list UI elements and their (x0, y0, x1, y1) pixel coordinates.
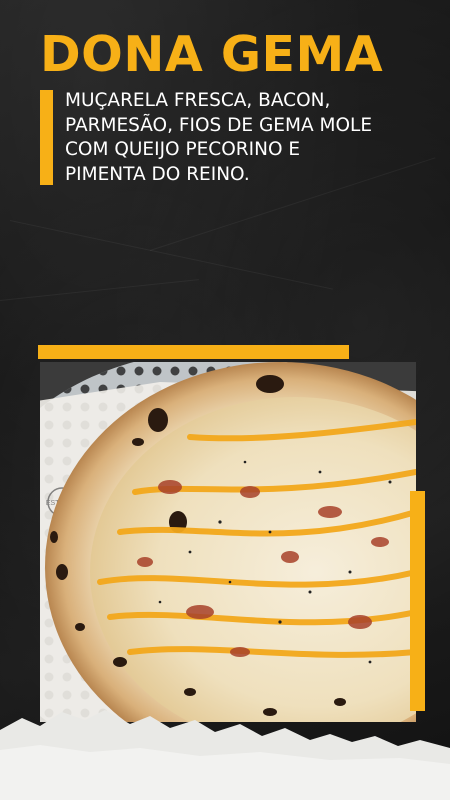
pizza-name-title: DONA GEMA (40, 26, 384, 83)
photo-side-accent-bar (410, 491, 425, 711)
description-accent-bar (40, 90, 53, 185)
pizza-illustration: EST. 1930 (40, 362, 416, 722)
pizza-photo: EST. 1930 (40, 362, 416, 722)
photo-top-accent-bar (38, 345, 349, 359)
torn-paper-edge (0, 710, 450, 800)
ingredients-description: MUÇARELA FRESCA, BACON, PARMESÃO, FIOS D… (65, 90, 373, 185)
